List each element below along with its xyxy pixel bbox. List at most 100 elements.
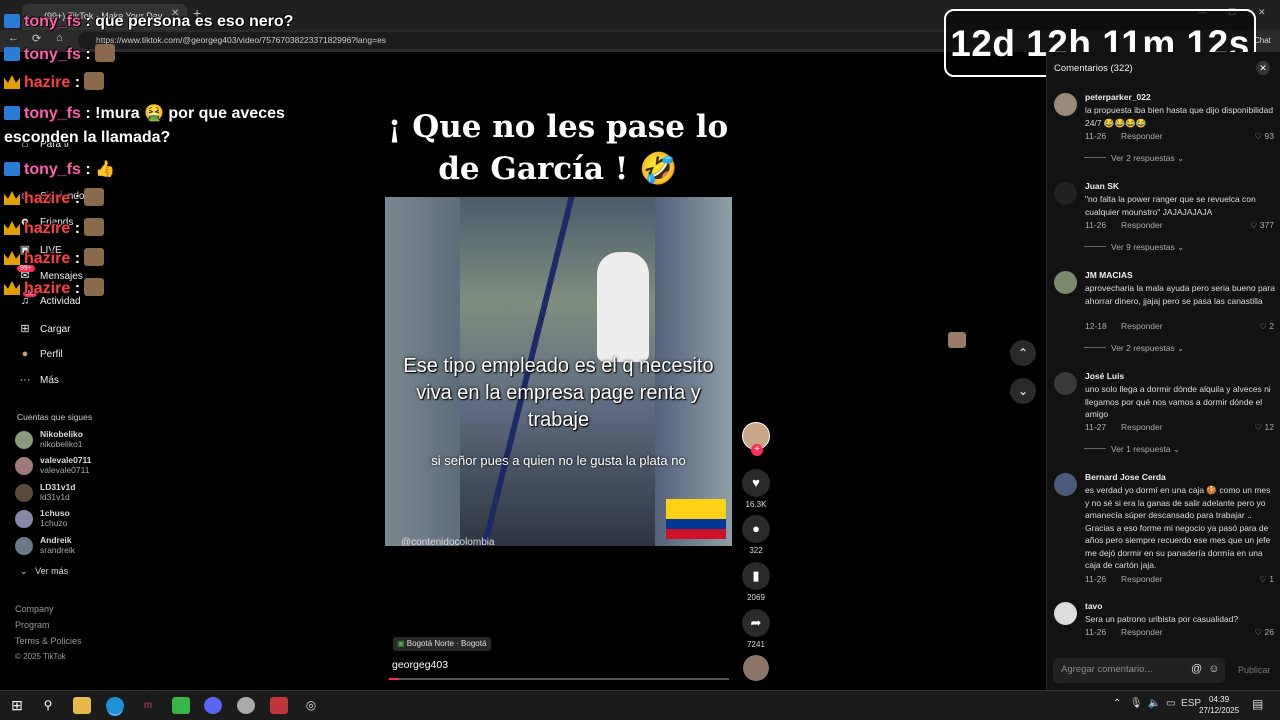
chevron-up-icon: ⌃ [1017, 346, 1029, 360]
avatar[interactable] [1054, 372, 1077, 395]
app-red-icon[interactable] [270, 697, 288, 714]
avatar [15, 510, 33, 528]
cat-emote-icon [84, 248, 105, 266]
avatar[interactable] [1054, 602, 1077, 625]
crown-badge-icon [4, 221, 20, 235]
reply-button[interactable]: Responder [1121, 574, 1163, 584]
speaker-icon[interactable]: 🔈 [1148, 698, 1160, 709]
verified-badge-icon [4, 106, 20, 120]
reply-button[interactable]: Responder [1121, 220, 1163, 230]
location-tag[interactable]: ▣ Bogotá Norte · Bogotá [393, 637, 492, 651]
reply-button[interactable]: Responder [1121, 627, 1163, 637]
reply-button[interactable]: Responder [1121, 422, 1163, 432]
cat-emote-icon [84, 72, 105, 90]
comment-like-button[interactable]: ♡ 1 [1259, 574, 1274, 585]
footer-link-terms[interactable]: Terms & Policies [15, 636, 82, 646]
verified-badge-icon [4, 14, 20, 28]
file-explorer-icon[interactable] [73, 697, 91, 714]
avatar[interactable] [1054, 271, 1077, 294]
video-author[interactable]: georgeg403 [392, 659, 448, 671]
avatar[interactable] [1054, 182, 1077, 205]
video-progress-bar[interactable] [389, 678, 729, 680]
close-icon[interactable]: ✕ [1256, 61, 1270, 75]
taskbar-clock[interactable]: 04:39 27/12/2025 [1199, 694, 1239, 716]
app-icon[interactable]: m [139, 697, 157, 714]
comment-button[interactable]: ● 322 [741, 515, 771, 555]
view-replies-button[interactable]: Ver 9 respuestas ⌄ [1084, 242, 1184, 253]
reply-button[interactable]: Responder [1121, 321, 1163, 331]
reply-button[interactable]: Responder [1121, 131, 1163, 141]
windows-start-icon[interactable]: ⊞ [8, 697, 26, 714]
chat-message: hazire : [4, 218, 105, 238]
avatar [15, 457, 33, 475]
chat-message: tony_fs : que persona es eso nero? [4, 13, 293, 31]
like-button[interactable]: ♥ 16.3K [741, 469, 771, 509]
video-player[interactable]: Ese tipo empleado es el q necesito viva … [385, 197, 732, 546]
comment-like-button[interactable]: ♡ 377 [1250, 220, 1274, 231]
nav-item-profile[interactable]: ● Perfil [18, 348, 63, 366]
comment-item: tavo Sera un patrono uribista por casual… [1054, 601, 1276, 646]
view-replies-button[interactable]: Ver 2 respuestas ⌄ [1084, 343, 1184, 354]
next-video-button[interactable]: ⌄ [1010, 378, 1036, 404]
heart-outline-icon: ♡ [1254, 422, 1263, 432]
chat-message: hazire : [4, 278, 105, 298]
more-icon: ··· [19, 374, 31, 386]
avatar [15, 484, 33, 502]
app-gray-icon[interactable] [237, 697, 255, 714]
app-green-icon[interactable] [172, 697, 190, 714]
chat-button[interactable]: Chat [1254, 36, 1271, 45]
previous-video-button[interactable]: ⌃ [1010, 340, 1036, 366]
profile-icon: ● [21, 348, 29, 360]
comments-title: Comentarios (322) [1054, 63, 1133, 74]
cat-emote-icon [84, 188, 105, 206]
heart-outline-icon: ♡ [1259, 321, 1267, 331]
footer-link-company[interactable]: Company [15, 604, 54, 614]
verified-badge-icon [4, 162, 20, 176]
chat-message: hazire : [4, 248, 105, 268]
heart-outline-icon: ♡ [1254, 627, 1263, 637]
nav-item-upload[interactable]: ⊞ Cargar [18, 322, 70, 340]
chat-message: tony_fs : !mura 🤮 por que aveces [4, 103, 285, 123]
comment-like-button[interactable]: ♡ 93 [1255, 131, 1274, 142]
video-watermark: @contenidocolombia [401, 537, 495, 546]
url-field[interactable]: https://www.tiktok.com/@georgeg403/video… [78, 32, 958, 49]
microphone-icon[interactable]: 🎙 [1130, 698, 1143, 709]
mention-icon[interactable]: @ [1191, 663, 1202, 675]
avatar[interactable] [1054, 93, 1077, 116]
save-button[interactable]: ▮ 2069 [741, 562, 771, 602]
emoji-icon[interactable]: ☺ [1208, 663, 1219, 675]
obs-icon[interactable]: ◎ [302, 697, 320, 714]
search-icon[interactable]: ⚲ [39, 697, 57, 714]
back-icon[interactable]: ← [8, 32, 19, 44]
comment-like-button[interactable]: ♡ 26 [1255, 627, 1274, 638]
view-replies-button[interactable]: Ver 1 respuesta ⌄ [1084, 444, 1180, 455]
copyright: © 2025 TikTok [15, 652, 66, 661]
window-close-icon[interactable]: ✕ [1258, 7, 1266, 18]
see-more-link[interactable]: ⌄ Ver más [20, 566, 68, 577]
music-disc-icon[interactable] [743, 655, 769, 681]
comment-like-button[interactable]: ♡ 2 [1259, 321, 1274, 332]
verified-badge-icon [4, 47, 20, 61]
chat-message: tony_fs : 👍 [4, 159, 115, 179]
video-frame-person [597, 252, 649, 362]
heart-outline-icon: ♡ [1249, 220, 1258, 230]
nav-item-more[interactable]: ··· Más [18, 374, 59, 392]
view-replies-button[interactable]: Ver 2 respuestas ⌄ [1084, 153, 1184, 164]
crown-badge-icon [4, 191, 20, 205]
notification-icon[interactable]: ▤ [1252, 697, 1263, 711]
footer-link-program[interactable]: Program [15, 620, 50, 630]
video-subtitle: si señor pues a quien no le gusta la pla… [431, 453, 686, 468]
network-icon[interactable]: ▭ [1166, 698, 1175, 709]
emote-icon [95, 44, 116, 62]
avatar[interactable] [1054, 473, 1077, 496]
avatar [15, 537, 33, 555]
edge-browser-icon[interactable] [106, 697, 124, 714]
follow-plus-icon[interactable]: + [751, 444, 763, 456]
windows-taskbar [0, 690, 1280, 720]
discord-icon[interactable] [204, 697, 222, 714]
post-comment-button[interactable]: Publicar [1238, 665, 1271, 675]
home-button-icon[interactable]: ⌂ [56, 32, 63, 44]
comment-like-button[interactable]: ♡ 12 [1255, 422, 1274, 433]
chevron-up-icon[interactable]: ⌃ [1113, 698, 1121, 709]
share-button[interactable]: ➦ 7241 [741, 609, 771, 649]
